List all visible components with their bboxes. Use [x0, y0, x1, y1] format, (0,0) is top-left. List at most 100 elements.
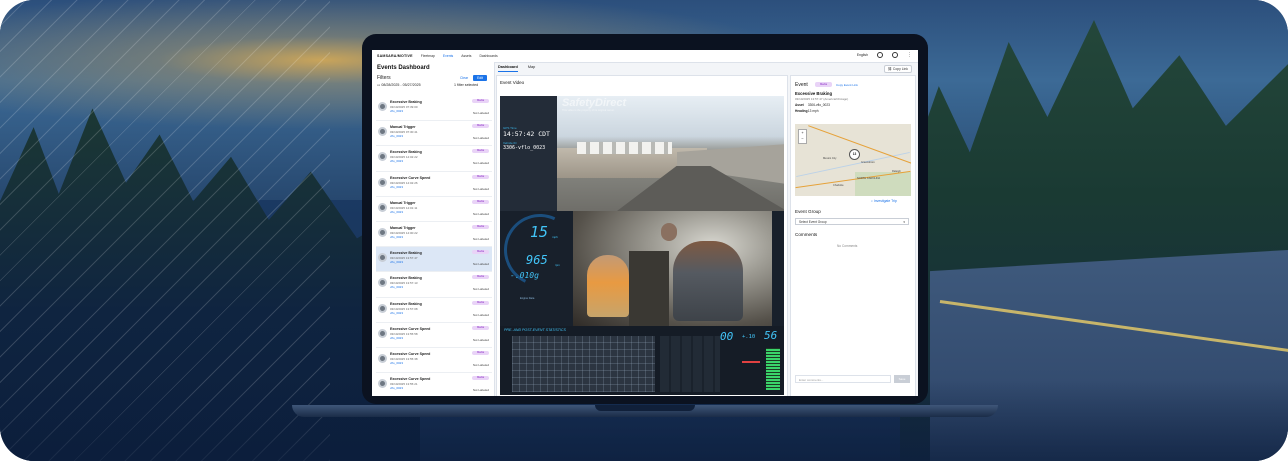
nav-assets[interactable]: Assets [461, 54, 471, 58]
stats-columns [660, 336, 720, 392]
label-status: Not Labeled [472, 136, 489, 141]
event-list-item[interactable]: Excessive Curve Speed 03/10/2025 13:55:38… [376, 348, 492, 374]
event-vehicle[interactable]: vflo_0023 [390, 260, 403, 264]
language-select[interactable]: English [857, 53, 868, 57]
video-player[interactable]: GPS Time 14:57:42 CDT Vehicle ID 3306-vf… [500, 96, 784, 395]
no-comments-text: No Comments [837, 244, 858, 248]
stat-a: 00 [720, 330, 734, 343]
event-list-item[interactable]: Excessive Braking 03/10/2025 14:02:22 vflo… [376, 146, 492, 172]
gauge-caption: Engine Data [520, 297, 535, 300]
event-statistics: PRE- AND POST-EVENT STATISTICS 00 +.10 5… [500, 326, 784, 395]
rpm-value: 965 [526, 253, 548, 267]
driver-avatar-icon [378, 328, 387, 338]
heading-value: 13 mph [807, 109, 819, 113]
label-status: Not Labeled [472, 262, 489, 267]
label-status: Not Labeled [472, 161, 489, 166]
media-badge: Media [472, 224, 489, 229]
driver-avatar-icon [378, 253, 387, 263]
event-name: Excessive Curve Speed [390, 351, 431, 356]
view-tabs: Dashboard Map [498, 65, 535, 72]
driver-avatar-icon [378, 353, 387, 363]
rear-occupant [661, 223, 677, 241]
user-icon[interactable] [892, 52, 898, 58]
label-status: Not Labeled [472, 186, 489, 191]
event-list-item[interactable]: Excessive Curve Speed 03/10/2025 13:55:21… [376, 373, 492, 396]
event-date: 03/10/2025 13:57:47 (America/Chicago) [795, 97, 849, 101]
copy-event-link[interactable]: Copy Event Link [836, 83, 858, 87]
calendar-icon: ▭ [377, 83, 381, 87]
event-vehicle[interactable]: vflo_0023 [390, 235, 403, 239]
event-list-item[interactable]: Manual Trigger 03/10/2025 07:30:41 vflo_00… [376, 121, 492, 147]
event-list-item[interactable]: Manual Trigger 03/10/2025 14:01:11 vflo_00… [376, 197, 492, 222]
driver-avatar-icon [378, 278, 387, 288]
event-map[interactable]: + − Mexico City Greensboro Raleigh Charlo… [795, 124, 911, 196]
event-vehicle[interactable]: vflo_0023 [390, 336, 403, 340]
event-group-label: Event Group [795, 209, 821, 214]
investigate-label: Investigate Trip [873, 199, 897, 203]
nav-right: English ⋮ [857, 52, 912, 58]
save-comment-button[interactable]: Save [894, 375, 910, 383]
filter-count: 1 filter selected [454, 83, 479, 87]
event-vehicle[interactable]: vflo_0023 [390, 311, 403, 315]
level-meter [766, 348, 780, 390]
event-list-item[interactable]: Excessive Braking 03/10/2025 13:57:47 vflo… [376, 247, 492, 273]
speed-gauge: 15 mph 965 rpm -.010g Engine Data [500, 203, 587, 326]
event-name: Excessive Braking [390, 251, 422, 256]
accel-value: -.010g [510, 271, 539, 280]
edit-filters-button[interactable]: Edit [473, 75, 487, 81]
event-vehicle[interactable]: vflo_0023 [390, 210, 403, 214]
vehicle-id-value: 3306-vflo_0023 [503, 145, 546, 151]
tab-dashboard[interactable]: Dashboard [498, 65, 518, 72]
event-video-title: Event Video [500, 80, 525, 85]
event-list-item[interactable]: Excessive Braking 03/10/2025 13:57:13 vflo… [376, 272, 492, 298]
stats-graph [512, 336, 655, 392]
event-vehicle[interactable]: vflo_0023 [390, 134, 403, 138]
event-vehicle[interactable]: vflo_0023 [390, 285, 403, 289]
help-icon[interactable] [877, 52, 883, 58]
nav-events[interactable]: Events [443, 54, 453, 58]
label-status: Not Labeled [472, 337, 489, 342]
clear-filters-button[interactable]: Clear [460, 76, 468, 80]
nav-dashboards[interactable]: Dashboards [479, 54, 497, 58]
driver-avatar-icon [378, 127, 387, 137]
event-vehicle[interactable]: vflo_0023 [390, 109, 403, 113]
media-badge: Media [472, 99, 489, 103]
filters-heading: Filters [377, 75, 391, 81]
date-range[interactable]: ▭ 08/28/2025 - 05/27/2025 [377, 83, 421, 87]
driver-avatar-icon [378, 202, 387, 212]
details-title: Event [795, 82, 808, 88]
label-status: Not Labeled [472, 388, 489, 393]
map-zoom-control[interactable]: + − [798, 129, 807, 144]
event-vehicle[interactable]: vflo_0023 [390, 159, 403, 163]
event-details-panel: Event Media Copy Event Link Excessive Br… [790, 75, 916, 396]
label-status: Not Labeled [472, 236, 489, 241]
event-vehicle[interactable]: vflo_0023 [390, 185, 403, 189]
event-list-item[interactable]: Excessive Curve Speed 03/10/2025 14:02:26… [376, 172, 492, 197]
media-badge: Media [472, 325, 489, 330]
event-vehicle[interactable]: vflo_0023 [390, 361, 403, 365]
more-icon[interactable]: ⋮ [907, 52, 912, 58]
map-pin-icon[interactable]: 13 [849, 149, 860, 160]
event-list-item[interactable]: Manual Trigger 03/10/2025 14:00:22 vflo_00… [376, 222, 492, 248]
event-list-item[interactable]: Excessive Braking 03/10/2025 13:57:08 vflo… [376, 298, 492, 323]
nav-fleetmap[interactable]: Fleetmap [421, 54, 435, 58]
asset-row: Asset 3306-vflo_0023 [795, 103, 830, 107]
media-badge: Media [472, 149, 489, 154]
tab-map[interactable]: Map [528, 65, 535, 72]
media-badge: Media [472, 250, 489, 255]
asset-value[interactable]: 3306-vflo_0023 [808, 103, 830, 107]
app-logo[interactable]: SAMSARA/MOTIVE [377, 54, 413, 58]
comment-input[interactable]: Enter comments... [795, 375, 891, 383]
event-list-item[interactable]: Excessive Braking 03/10/2025 07:39:00 vflo… [376, 96, 492, 122]
map-label: Charlotte [833, 184, 844, 187]
event-list-item[interactable]: Excessive Curve Speed 03/10/2025 13:55:58… [376, 323, 492, 348]
event-group-select[interactable]: Select Event Group [795, 218, 909, 226]
copy-link-button[interactable]: ⛓ Copy Link [883, 65, 912, 73]
speed-value: 15 [530, 223, 549, 241]
events-sidebar: Events Dashboard Filters Clear Edit ▭ 08… [372, 62, 495, 396]
driver-avatar-icon [378, 102, 387, 111]
event-name: Manual Trigger [390, 200, 416, 205]
investigate-trip-link[interactable]: ⌕ Investigate Trip [871, 199, 897, 203]
event-vehicle[interactable]: vflo_0023 [390, 386, 403, 390]
media-badge: Media [472, 199, 489, 204]
